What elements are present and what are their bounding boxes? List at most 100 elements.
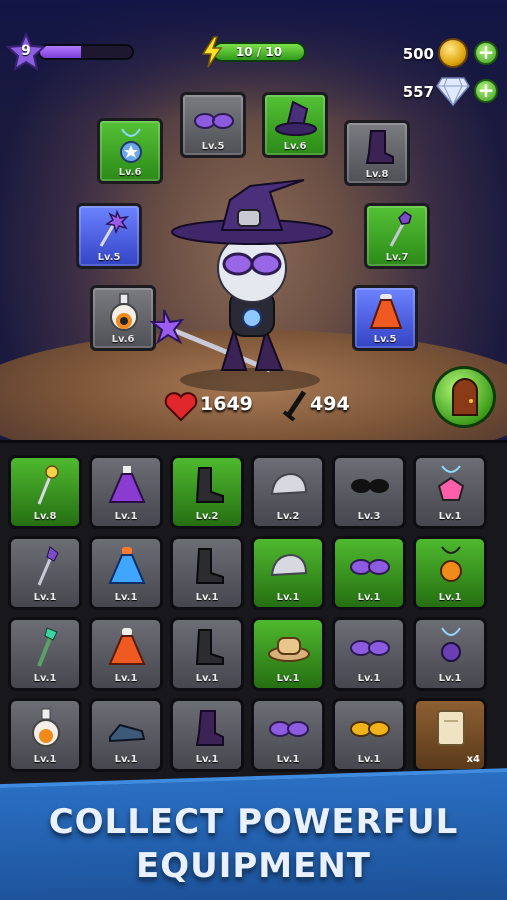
xp-bar: [38, 44, 134, 60]
glasses-icon: [269, 721, 309, 737]
item-level: Lv.1: [114, 592, 138, 603]
boot-icon: [195, 629, 224, 665]
inventory-slot[interactable]: Lv.1: [170, 698, 244, 772]
potion-icon: [110, 293, 138, 331]
item-quantity: x4: [466, 754, 480, 765]
inventory-slot[interactable]: Lv.1: [332, 536, 406, 610]
equipped-level: Lv.5: [97, 252, 121, 263]
heart-icon: [164, 392, 198, 422]
inventory-slot[interactable]: Lv.1: [413, 536, 487, 610]
item-level: Lv.1: [438, 673, 462, 684]
promo-banner-text: COLLECT POWERFUL EQUIPMENT: [0, 800, 507, 888]
gem-count: 557: [402, 83, 434, 101]
energy-bar: 10 / 10: [212, 42, 306, 62]
inventory-slot[interactable]: Lv.1: [170, 617, 244, 691]
item-level: Lv.1: [438, 592, 462, 603]
item-level: Lv.1: [114, 511, 138, 522]
glasses-icon: [194, 113, 234, 129]
cap-icon: [270, 553, 308, 577]
purple-potion-icon: [108, 466, 146, 503]
equipped-level: Lv.7: [385, 252, 409, 263]
inventory-slot[interactable]: x4: [413, 698, 487, 772]
inventory-slot[interactable]: Lv.1: [170, 536, 244, 610]
item-level: Lv.1: [114, 754, 138, 765]
potion-icon: [32, 708, 60, 747]
red-potion-icon: [108, 628, 146, 665]
xp-bar-fill: [40, 46, 82, 58]
coin-count: 500: [402, 45, 434, 63]
wand-icon: [37, 546, 59, 586]
equipped-level: Lv.5: [201, 141, 225, 152]
amulet-icon: [441, 627, 461, 662]
inventory-slot[interactable]: Lv.1: [8, 536, 82, 610]
item-level: Lv.1: [33, 754, 57, 765]
sword-icon: [282, 390, 307, 422]
equipped-scepter-slot[interactable]: Lv.7: [364, 203, 430, 269]
item-level: Lv.1: [276, 754, 300, 765]
glasses-icon: [350, 640, 390, 656]
diamond-icon: [436, 77, 470, 106]
inventory-slot[interactable]: Lv.3: [332, 455, 406, 529]
red-potion-icon: [369, 294, 403, 329]
boots-icon: [195, 710, 224, 746]
boot-icon: [195, 467, 224, 503]
equipped-witch-hat-slot[interactable]: Lv.6: [262, 92, 328, 158]
glasses-icon: [350, 559, 390, 575]
inventory-slot[interactable]: Lv.1: [332, 617, 406, 691]
inventory-slot[interactable]: Lv.1: [251, 617, 325, 691]
scroll-icon: [437, 710, 465, 746]
inventory-slot[interactable]: Lv.1: [413, 617, 487, 691]
witch-hat-icon: [275, 100, 317, 136]
inventory-slot[interactable]: Lv.1: [89, 617, 163, 691]
player-level: 9: [21, 43, 31, 59]
item-level: Lv.1: [276, 592, 300, 603]
equipped-level: Lv.8: [365, 169, 389, 180]
inventory-slot[interactable]: Lv.1: [8, 698, 82, 772]
sunglasses-icon: [351, 479, 389, 493]
item-level: Lv.1: [357, 754, 381, 765]
health-stat: 1649: [200, 393, 253, 415]
equipped-potion-slot[interactable]: Lv.6: [90, 285, 156, 351]
lightning-icon: [201, 36, 223, 68]
item-level: Lv.1: [33, 673, 57, 684]
equipped-mace-slot[interactable]: Lv.5: [76, 203, 142, 269]
inventory-slot[interactable]: Lv.2: [251, 455, 325, 529]
shoe-icon: [109, 723, 146, 743]
item-level: Lv.1: [438, 511, 462, 522]
equipped-level: Lv.5: [373, 334, 397, 345]
item-level: Lv.8: [33, 511, 57, 522]
boot-icon: [195, 548, 224, 584]
equipped-red-potion-slot[interactable]: Lv.5: [352, 285, 418, 351]
scepter-icon: [389, 211, 412, 247]
item-level: Lv.2: [195, 511, 219, 522]
hero-stage: 9 10 / 10 500 + 557 + Lv.6 Lv.5 Lv.6 Lv.…: [0, 0, 507, 440]
equipped-boots-slot[interactable]: Lv.8: [344, 120, 410, 186]
item-level: Lv.1: [195, 592, 219, 603]
coin-icon: [438, 38, 468, 68]
amulet-icon: [120, 128, 142, 163]
fire-amulet-icon: [440, 546, 462, 582]
inventory-slot[interactable]: Lv.1: [251, 536, 325, 610]
yellow-glasses-icon: [350, 721, 390, 737]
inventory-slot[interactable]: Lv.1: [89, 536, 163, 610]
item-level: Lv.1: [357, 592, 381, 603]
staff-icon: [37, 465, 59, 505]
item-level: Lv.1: [357, 673, 381, 684]
add-gems-button[interactable]: +: [474, 79, 498, 103]
inventory-slot[interactable]: Lv.1: [413, 455, 487, 529]
add-coins-button[interactable]: +: [474, 41, 498, 65]
inventory-slot[interactable]: Lv.2: [170, 455, 244, 529]
inventory-slot[interactable]: Lv.1: [8, 617, 82, 691]
inventory-slot[interactable]: Lv.1: [251, 698, 325, 772]
inventory-slot[interactable]: Lv.1: [332, 698, 406, 772]
banner-line-2: EQUIPMENT: [135, 846, 371, 886]
cap-icon: [270, 472, 308, 496]
door-button[interactable]: [432, 366, 496, 428]
item-level: Lv.3: [357, 511, 381, 522]
hat-icon: [268, 637, 310, 662]
hero-character: [150, 179, 333, 392]
inventory-slot[interactable]: Lv.1: [89, 698, 163, 772]
inventory-slot[interactable]: Lv.8: [8, 455, 82, 529]
inventory-slot[interactable]: Lv.1: [89, 455, 163, 529]
equipped-glasses-slot[interactable]: Lv.5: [180, 92, 246, 158]
